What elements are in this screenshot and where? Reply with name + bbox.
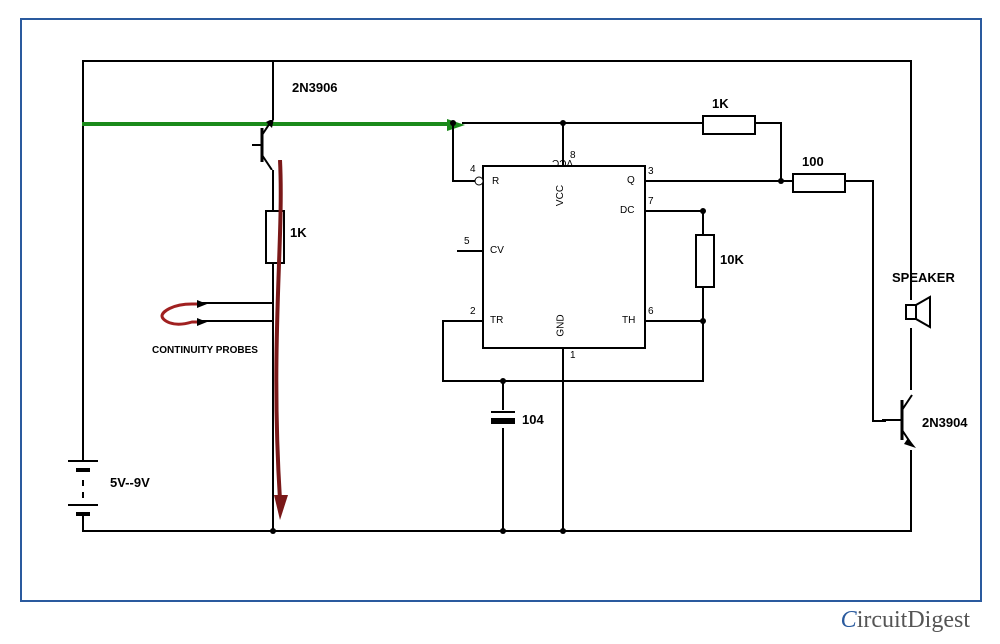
pin5-num: 5 bbox=[464, 236, 470, 247]
inversion-bubble bbox=[474, 176, 484, 186]
circuit-diagram: 5V--9V 2N3906 CONTINUITY PROBES bbox=[0, 0, 1000, 644]
pin3-num: 3 bbox=[648, 166, 654, 177]
logo-rest: ircuitDigest bbox=[857, 607, 970, 633]
wire-th-down bbox=[702, 320, 704, 382]
wire-left-vertical bbox=[82, 60, 84, 460]
speaker-label: SPEAKER bbox=[892, 270, 955, 285]
wire-to-cap bbox=[502, 380, 504, 410]
logo-c: C bbox=[841, 607, 857, 633]
wire-after-1k-top bbox=[754, 122, 782, 124]
wire-probe-ground bbox=[272, 320, 274, 530]
node-dot bbox=[450, 120, 456, 126]
node-dot bbox=[700, 208, 706, 214]
battery-dash bbox=[82, 480, 84, 486]
node-dot bbox=[270, 528, 276, 534]
capacitor-icon bbox=[487, 408, 519, 430]
pin6-num: 6 bbox=[648, 306, 654, 317]
pin8-label: VCC bbox=[552, 157, 576, 168]
probe-loop-icon bbox=[152, 290, 212, 340]
node-dot bbox=[560, 528, 566, 534]
probes-label: CONTINUITY PROBES bbox=[152, 345, 258, 356]
pin5-wire bbox=[457, 250, 482, 252]
wire-bottom-rail bbox=[82, 530, 912, 532]
pin2-num: 2 bbox=[470, 306, 476, 317]
resistor-1k-top-label: 1K bbox=[712, 96, 729, 111]
pin2-label: TR bbox=[490, 315, 503, 326]
wire-tr-th-loop bbox=[442, 380, 704, 382]
wire-speaker-down bbox=[910, 328, 912, 390]
diagram-frame: 5V--9V 2N3906 CONTINUITY PROBES bbox=[20, 18, 982, 602]
wire-pnp-emitter bbox=[272, 60, 274, 120]
wire-right-bottom bbox=[910, 450, 912, 532]
gnd-text: GND bbox=[556, 314, 567, 336]
capacitor-label: 104 bbox=[522, 412, 544, 427]
node-dot bbox=[560, 120, 566, 126]
battery-dash bbox=[82, 492, 84, 498]
pin1-wire bbox=[562, 347, 564, 372]
wire-10k-to-th bbox=[702, 286, 704, 322]
wire-npn-base bbox=[872, 420, 886, 422]
wire-battery-bottom bbox=[82, 516, 84, 530]
pin1-num: 1 bbox=[570, 350, 576, 361]
wire-after-100 bbox=[844, 180, 874, 182]
resistor-1k-top bbox=[702, 115, 756, 135]
wire-red-curve bbox=[262, 160, 302, 540]
wire-reset-up bbox=[452, 123, 454, 181]
wire-1k-down bbox=[780, 122, 782, 182]
wire-to-vcc bbox=[562, 122, 564, 152]
pin7-label: DC bbox=[620, 205, 634, 216]
pin4-num: 4 bbox=[470, 164, 476, 175]
node-dot bbox=[500, 528, 506, 534]
pin6-wire bbox=[644, 320, 704, 322]
pnp-label: 2N3906 bbox=[292, 80, 338, 95]
pin7-num: 7 bbox=[648, 196, 654, 207]
pin3-label: Q bbox=[627, 175, 635, 186]
node-dot bbox=[500, 378, 506, 384]
vcc-text: VCC bbox=[555, 185, 566, 206]
wire-gnd-down bbox=[562, 370, 564, 530]
pin5-label: CV bbox=[490, 245, 504, 256]
resistor-10k bbox=[695, 234, 715, 288]
npn-label: 2N3904 bbox=[922, 415, 968, 430]
battery-plate-long2 bbox=[68, 504, 98, 506]
resistor-100 bbox=[792, 173, 846, 193]
pin6-label: TH bbox=[622, 315, 635, 326]
resistor-100-label: 100 bbox=[802, 154, 824, 169]
speaker-icon bbox=[892, 295, 932, 330]
resistor-10k-label: 10K bbox=[720, 252, 744, 267]
wire-q-to-node bbox=[702, 180, 782, 182]
wire-tr-down bbox=[442, 320, 444, 380]
logo: CircuitDigest bbox=[841, 607, 970, 634]
pin3-wire bbox=[644, 180, 704, 182]
battery-plate-short bbox=[76, 468, 90, 472]
battery-label: 5V--9V bbox=[110, 475, 150, 490]
wire-cap-ground bbox=[502, 428, 504, 530]
pin2-wire bbox=[442, 320, 482, 322]
wire-right-top bbox=[910, 60, 912, 300]
wire-top-rail bbox=[82, 60, 912, 62]
pin4-wire bbox=[452, 180, 476, 182]
pin7-wire bbox=[644, 210, 704, 212]
node-dot bbox=[700, 318, 706, 324]
battery-plate-long bbox=[68, 460, 98, 462]
pin4-label: R bbox=[492, 176, 499, 187]
wire-100-down bbox=[872, 180, 874, 420]
node-dot bbox=[778, 178, 784, 184]
